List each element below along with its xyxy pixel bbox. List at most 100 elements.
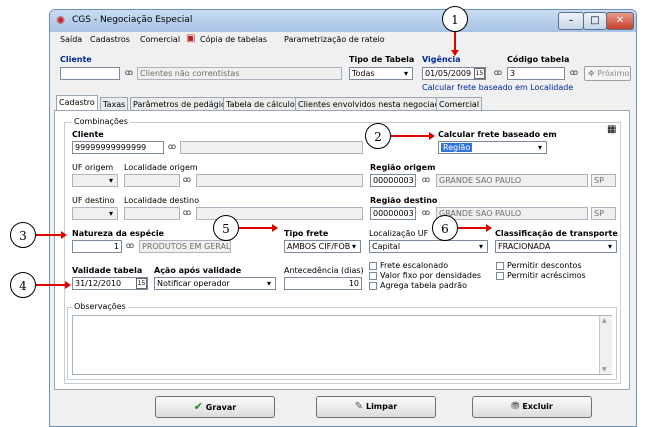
proximo-button[interactable]: ✥ Próximo (584, 66, 631, 81)
localizacao-uf-select[interactable]: Capital (369, 240, 488, 253)
cliente-input[interactable]: 99999999999999 (72, 141, 164, 154)
localidade-destino-input[interactable] (124, 207, 180, 220)
permitir-descontos-checkbox[interactable] (496, 262, 504, 270)
binoculars-icon[interactable]: ꝏ (181, 207, 193, 219)
regiao-origem-uf: SP (591, 174, 616, 187)
proximo-label: Próximo (597, 69, 630, 78)
agrega-tabela-checkbox[interactable] (369, 282, 377, 290)
cliente-header-desc: Clientes não correntistas (137, 67, 342, 80)
eraser-icon: ✎ (354, 401, 364, 412)
maximize-button[interactable]: □ (583, 12, 607, 30)
next-icon: ✥ (588, 69, 595, 78)
tab-clientes-envolvidos[interactable]: Clientes envolvidos nesta negociação (295, 97, 452, 111)
classificacao-select[interactable]: FRACIONADA (495, 240, 617, 253)
trash-icon: ⛃ (511, 401, 520, 412)
binoculars-icon[interactable]: ꝏ (568, 67, 580, 79)
grid-settings-icon[interactable]: ▦ (607, 124, 616, 135)
valor-fixo-label: Valor fixo por densidades (380, 271, 482, 280)
calc-frete-value: Região (441, 143, 473, 152)
binoculars-icon[interactable]: ꝏ (420, 174, 432, 186)
callout-3-arrow (36, 234, 63, 236)
frete-escalonado-label: Frete escalonado (380, 261, 449, 270)
frete-escalonado-checkbox[interactable] (369, 262, 377, 270)
observacoes-label: Observações (72, 302, 128, 311)
close-button[interactable]: ✕ (606, 12, 634, 30)
menu-parametrizacao-rateio[interactable]: Parametrização de rateio (284, 35, 385, 44)
callout-5-arrowhead (272, 224, 278, 232)
tab-cadastro[interactable]: Cadastro (56, 95, 98, 111)
tab-comercial[interactable]: Comercial (436, 97, 483, 111)
regiao-destino-label: Região destino (370, 196, 438, 205)
main-window: ✺ CGS - Negociação Especial – □ ✕ Saída … (49, 9, 637, 427)
uf-destino-select[interactable] (72, 207, 118, 220)
regiao-origem-label: Região origem (370, 163, 436, 172)
limpar-button[interactable]: ✎ Limpar (316, 396, 436, 418)
antecedencia-label: Antecedência (dias) (284, 266, 364, 275)
tab-parametros-pedagio[interactable]: Parâmetros de pedágio (130, 97, 229, 111)
binoculars-icon[interactable]: ꝏ (166, 141, 178, 153)
scroll-down-icon[interactable]: ▼ (602, 366, 607, 373)
gravar-label: Gravar (205, 403, 237, 412)
copy-tables-icon: ▣ (186, 33, 196, 44)
uf-origem-select[interactable] (72, 174, 118, 187)
binoculars-icon[interactable]: ꝏ (492, 67, 504, 79)
observacoes-scrollbar[interactable]: ▲ ▼ (599, 316, 612, 374)
acao-select[interactable]: Notificar operador (154, 277, 276, 290)
calendar-icon[interactable]: 15 (474, 68, 485, 79)
app-logo-icon: ✺ (56, 14, 66, 27)
tipo-frete-label: Tipo frete (284, 229, 329, 238)
natureza-code[interactable]: 1 (72, 240, 122, 253)
cliente-header-input[interactable] (60, 67, 120, 80)
callout-5: 5 (213, 215, 239, 241)
limpar-label: Limpar (365, 402, 398, 411)
uf-origem-label: UF origem (72, 163, 114, 172)
menu-bar: Saída Cadastros Comercial ▣ Cópia de tab… (50, 32, 636, 48)
checkmark-icon: ✔ (193, 400, 203, 413)
gravar-button[interactable]: ✔ Gravar (155, 396, 275, 418)
observacoes-textarea[interactable]: ▲ ▼ (72, 315, 612, 375)
permitir-acrescimos-checkbox[interactable] (496, 272, 504, 280)
calc-frete-select[interactable]: Região (438, 141, 547, 154)
tab-taxas[interactable]: Taxas (100, 97, 129, 111)
menu-saida[interactable]: Saída (60, 35, 82, 44)
vigencia-label: Vigência (422, 55, 461, 64)
regiao-destino-name: GRANDE SAO PAULO (436, 207, 588, 220)
regiao-destino-code[interactable]: 00000003 (370, 207, 416, 220)
minimize-button[interactable]: – (558, 12, 584, 30)
regiao-origem-code[interactable]: 00000003 (370, 174, 416, 187)
tipo-tabela-label: Tipo de Tabela (349, 55, 415, 64)
valor-fixo-checkbox[interactable] (369, 272, 377, 280)
validade-label: Validade tabela (72, 266, 143, 275)
menu-cadastros[interactable]: Cadastros (90, 35, 130, 44)
callout-2-arrowhead (429, 132, 435, 140)
antecedencia-input[interactable]: 10 (284, 277, 362, 290)
binoculars-icon[interactable]: ꝏ (123, 67, 135, 79)
binoculars-icon[interactable]: ꝏ (420, 207, 432, 219)
natureza-label: Natureza da espécie (72, 229, 164, 238)
codigo-tabela-input[interactable]: 3 (507, 67, 565, 80)
tab-tabela-calculo[interactable]: Tabela de cálculo (223, 97, 298, 111)
binoculars-icon[interactable]: ꝏ (124, 240, 136, 252)
callout-1-arrow (454, 32, 456, 52)
excluir-button[interactable]: ⛃ Excluir (472, 396, 592, 418)
localidade-origem-input[interactable] (124, 174, 180, 187)
callout-5-arrow (239, 227, 274, 229)
tipo-tabela-select[interactable]: Todas (349, 67, 413, 80)
cliente-desc (180, 141, 363, 154)
menu-copia-tabelas[interactable]: Cópia de tabelas (200, 35, 267, 44)
cliente-header-label: Cliente (60, 55, 92, 64)
codigo-tabela-label: Código tabela (507, 55, 570, 64)
localizacao-uf-label: Localização UF (369, 229, 429, 238)
frete-info-text: Calcular frete baseado em Localidade (422, 83, 574, 92)
callout-3-arrowhead (61, 231, 67, 239)
scroll-up-icon[interactable]: ▲ (602, 317, 607, 324)
callout-4: 4 (10, 272, 36, 298)
tipo-frete-select[interactable]: AMBOS CIF/FOB (284, 240, 361, 253)
excluir-label: Excluir (522, 402, 553, 411)
callout-3: 3 (10, 222, 36, 248)
title-bar: ✺ CGS - Negociação Especial – □ ✕ (50, 10, 636, 32)
calendar-icon[interactable]: 15 (136, 278, 147, 289)
callout-2-arrow (391, 135, 431, 137)
binoculars-icon[interactable]: ꝏ (181, 174, 193, 186)
menu-comercial[interactable]: Comercial (140, 35, 180, 44)
